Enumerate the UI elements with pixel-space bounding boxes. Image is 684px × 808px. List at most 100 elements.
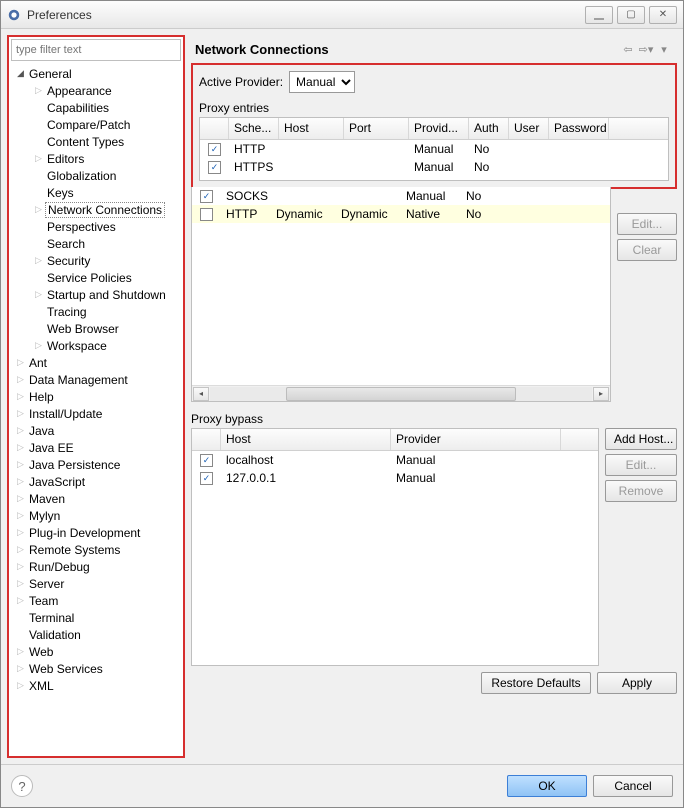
table-row[interactable]: ✓SOCKSManualNo (192, 187, 610, 205)
table-row[interactable]: ✓localhostManual (192, 451, 598, 469)
menu-button[interactable]: ▾ (655, 40, 673, 58)
tree-item[interactable]: ▷Network Connections (11, 201, 181, 218)
tree-item[interactable]: ▷Security (11, 252, 181, 269)
back-button[interactable]: ⇦ (619, 40, 637, 58)
minimize-button[interactable]: ⎽ (585, 6, 613, 24)
apply-button[interactable]: Apply (597, 672, 677, 694)
checkbox[interactable]: ✓ (208, 161, 221, 174)
column-header[interactable]: Sche... (229, 118, 279, 139)
checkbox[interactable]: ✓ (200, 190, 213, 203)
ok-button[interactable]: OK (507, 775, 587, 797)
row-checkbox-cell: ✓ (192, 189, 221, 204)
tree-item[interactable]: ▷Workspace (11, 337, 181, 354)
column-header[interactable]: Host (279, 118, 344, 139)
column-header[interactable]: Provid... (409, 118, 469, 139)
chevron-right-icon: ▷ (17, 442, 27, 453)
help-icon[interactable]: ? (11, 775, 33, 797)
tree-item[interactable]: Search (11, 235, 181, 252)
chevron-right-icon: ▷ (17, 408, 27, 419)
checkbox[interactable] (200, 208, 213, 221)
checkbox[interactable]: ✓ (200, 472, 213, 485)
tree-item[interactable]: Service Policies (11, 269, 181, 286)
cancel-button[interactable]: Cancel (593, 775, 673, 797)
tree-item[interactable]: ▷Ant (11, 354, 181, 371)
tree-item[interactable]: Capabilities (11, 99, 181, 116)
tree-item[interactable]: Perspectives (11, 218, 181, 235)
checkbox[interactable]: ✓ (208, 143, 221, 156)
tree-item[interactable]: Validation (11, 626, 181, 643)
tree-item[interactable]: ▷Data Management (11, 371, 181, 388)
tree-item-label: Tracing (45, 305, 89, 319)
tree-item[interactable]: ▷Java (11, 422, 181, 439)
edit-host-button[interactable]: Edit... (605, 454, 677, 476)
horizontal-scrollbar[interactable]: ◂ ▸ (192, 385, 610, 401)
tree-item[interactable]: ▷Server (11, 575, 181, 592)
tree-item[interactable]: Content Types (11, 133, 181, 150)
column-header[interactable]: Auth (469, 118, 509, 139)
table-cell: HTTP (229, 141, 279, 157)
table-cell: Manual (409, 141, 469, 157)
filter-input[interactable] (11, 39, 181, 61)
tree-item[interactable]: ▷Web Services (11, 660, 181, 677)
restore-defaults-button[interactable]: Restore Defaults (481, 672, 591, 694)
proxy-table-lower[interactable]: ✓SOCKSManualNoHTTPDynamicDynamicNativeNo… (191, 187, 611, 402)
forward-button[interactable]: ⇨▾ (637, 40, 655, 58)
tree-item[interactable]: ▷Help (11, 388, 181, 405)
proxy-table[interactable]: Sche...HostPortProvid...AuthUserPassword… (199, 117, 669, 181)
tree-item[interactable]: ▷Team (11, 592, 181, 609)
add-host-button[interactable]: Add Host... (605, 428, 677, 450)
column-header[interactable]: Password (549, 118, 609, 139)
column-header[interactable]: Port (344, 118, 409, 139)
tree-item[interactable]: ▷Web (11, 643, 181, 660)
tree-item[interactable]: ▷Appearance (11, 82, 181, 99)
column-header[interactable]: Provider (391, 429, 561, 450)
clear-button[interactable]: Clear (617, 239, 677, 261)
tree-item[interactable]: Tracing (11, 303, 181, 320)
tree-item[interactable]: ▷Plug-in Development (11, 524, 181, 541)
tree-item[interactable]: ▷Remote Systems (11, 541, 181, 558)
table-cell: HTTPS (229, 159, 279, 175)
table-row[interactable]: HTTPDynamicDynamicNativeNo (192, 205, 610, 223)
table-cell (501, 195, 541, 197)
checkbox[interactable]: ✓ (200, 454, 213, 467)
close-button[interactable]: ✕ (649, 6, 677, 24)
tree-item-label: Content Types (45, 135, 126, 149)
table-cell: Dynamic (271, 206, 336, 222)
tree-item[interactable]: ▷XML (11, 677, 181, 694)
scroll-thumb[interactable] (286, 387, 515, 401)
edit-button[interactable]: Edit... (617, 213, 677, 235)
table-cell (509, 148, 549, 150)
tree-item[interactable]: Compare/Patch (11, 116, 181, 133)
tree-item[interactable]: Globalization (11, 167, 181, 184)
table-row[interactable]: ✓HTTPSManualNo (200, 158, 668, 176)
tree-item[interactable]: Web Browser (11, 320, 181, 337)
remove-host-button[interactable]: Remove (605, 480, 677, 502)
tree-item[interactable]: ▷Maven (11, 490, 181, 507)
scroll-left-button[interactable]: ◂ (193, 387, 209, 401)
tree-item-label: Network Connections (45, 202, 165, 218)
tree-item[interactable]: ▷Run/Debug (11, 558, 181, 575)
preferences-tree[interactable]: ◢General▷AppearanceCapabilitiesCompare/P… (11, 65, 181, 754)
tree-item[interactable]: ▷Java EE (11, 439, 181, 456)
bypass-table[interactable]: HostProvider ✓localhostManual✓127.0.0.1M… (191, 428, 599, 666)
table-row[interactable]: ✓127.0.0.1Manual (192, 469, 598, 487)
tree-item[interactable]: ▷JavaScript (11, 473, 181, 490)
table-row[interactable]: ✓HTTPManualNo (200, 140, 668, 158)
tree-item[interactable]: ▷Java Persistence (11, 456, 181, 473)
scroll-right-button[interactable]: ▸ (593, 387, 609, 401)
tree-item[interactable]: Terminal (11, 609, 181, 626)
row-checkbox-cell: ✓ (200, 160, 229, 175)
active-provider-combo[interactable]: Manual (289, 71, 355, 93)
scroll-track[interactable] (210, 387, 592, 401)
tree-item[interactable]: ▷Mylyn (11, 507, 181, 524)
column-header[interactable]: Host (221, 429, 391, 450)
table-cell: Manual (391, 452, 561, 468)
window-title: Preferences (27, 8, 581, 22)
tree-item[interactable]: ▷Install/Update (11, 405, 181, 422)
maximize-button[interactable]: ▢ (617, 6, 645, 24)
tree-item[interactable]: ▷Startup and Shutdown (11, 286, 181, 303)
tree-item[interactable]: ▷Editors (11, 150, 181, 167)
column-header[interactable]: User (509, 118, 549, 139)
tree-item[interactable]: Keys (11, 184, 181, 201)
tree-item[interactable]: ◢General (11, 65, 181, 82)
